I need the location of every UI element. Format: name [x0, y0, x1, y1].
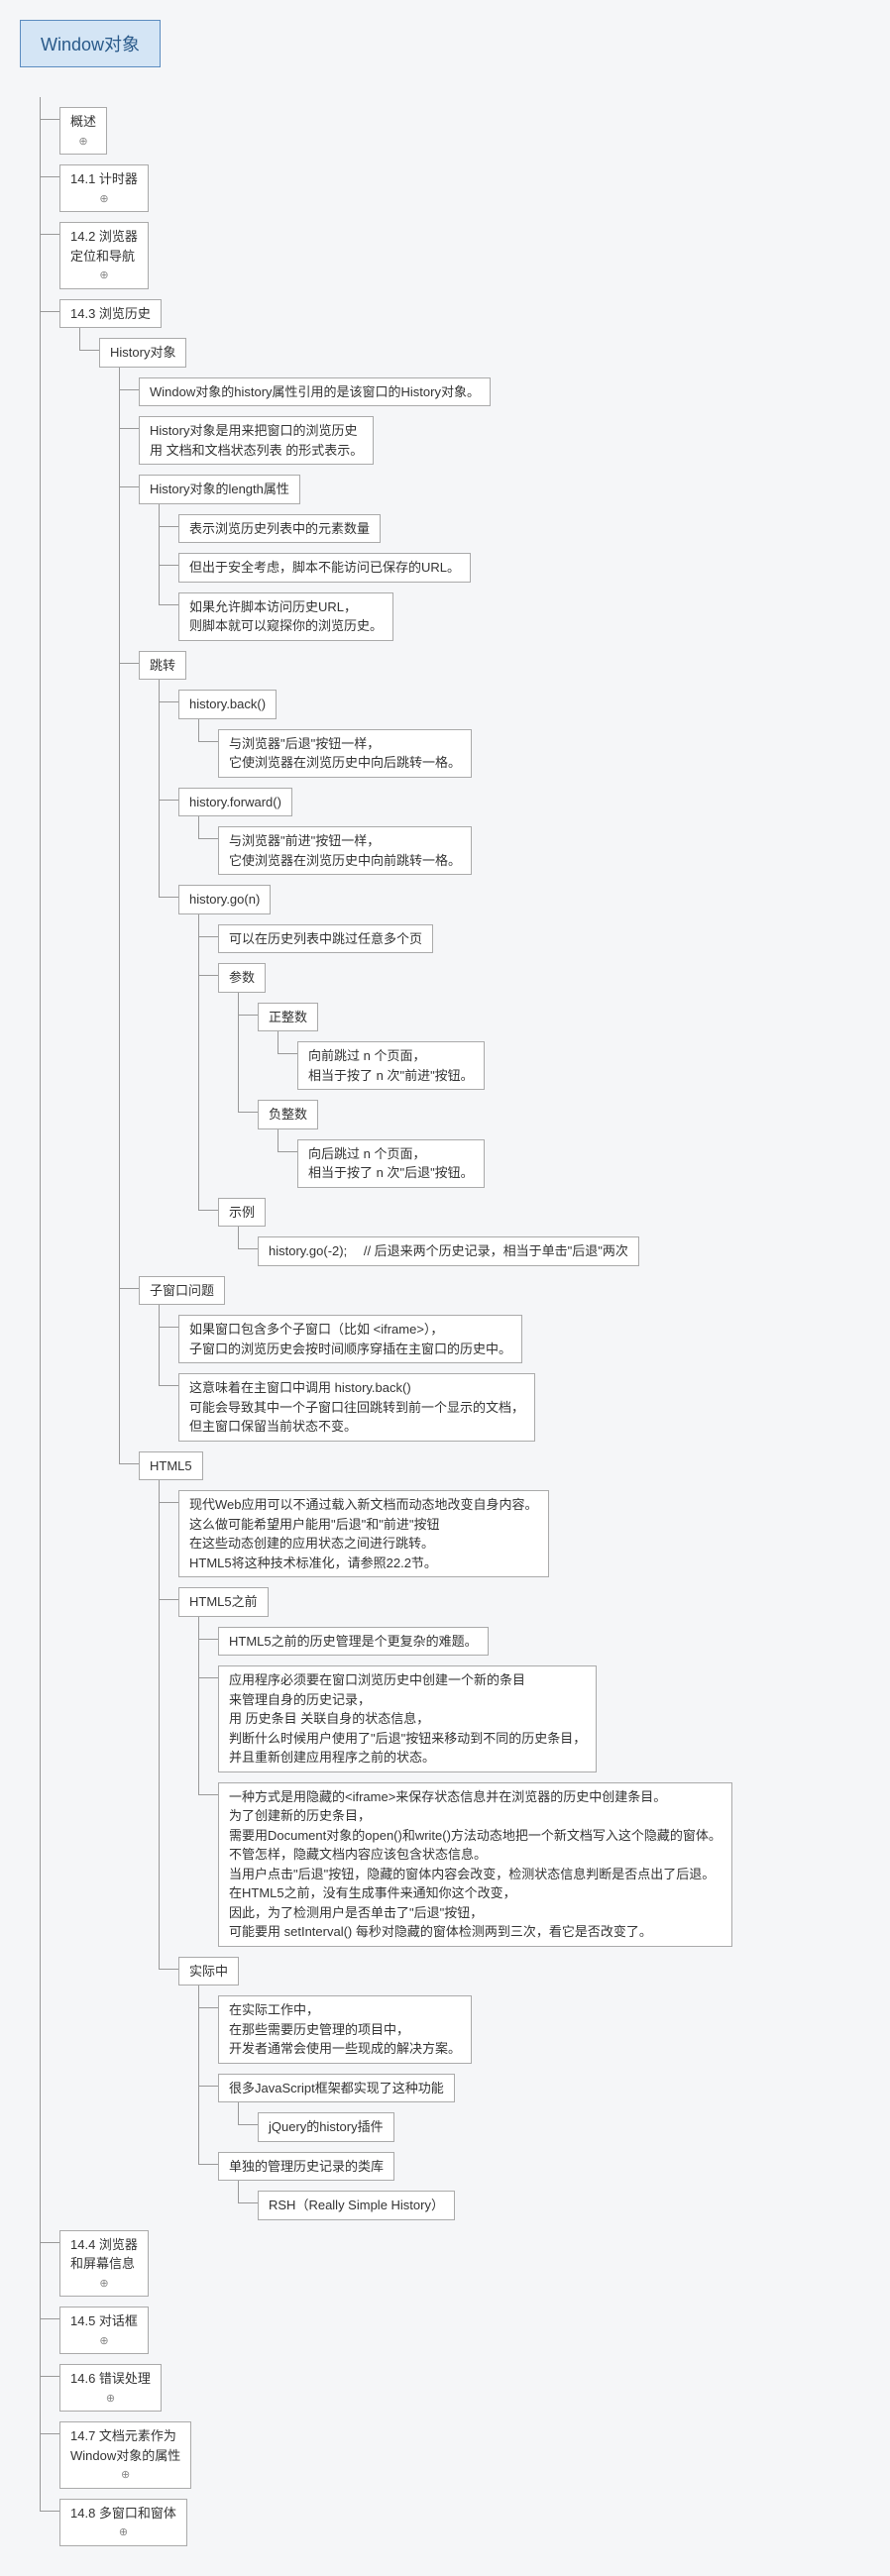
node-param[interactable]: 参数 正整数 向前跳过 n 个页面， 相当于按了 n 次"前进"按钮。	[218, 963, 870, 1188]
leaf: 现代Web应用可以不通过载入新文档而动态地改变自身内容。 这么做可能希望用户能用…	[178, 1490, 870, 1577]
leaf: 表示浏览历史列表中的元素数量	[178, 514, 870, 544]
node-jump[interactable]: 跳转 history.back() 与浏览器"后退"按钮一样， 它使浏览器在浏览…	[139, 651, 870, 1266]
leaf: 在实际工作中， 在那些需要历史管理的项目中， 开发者通常会使用一些现成的解决方案…	[218, 1995, 870, 2064]
node-overview[interactable]: 概述	[59, 107, 870, 155]
leaf: HTML5之前的历史管理是个更复杂的难题。	[218, 1627, 870, 1657]
node-14-3[interactable]: 14.3 浏览历史 History对象 Window对象的history属性引用…	[59, 299, 870, 2220]
leaf: 可以在历史列表中跳过任意多个页	[218, 924, 870, 954]
node-libs[interactable]: 单独的管理历史记录的类库 RSH（Really Simple History）	[218, 2152, 870, 2220]
leaf: 与浏览器"后退"按钮一样， 它使浏览器在浏览历史中向后跳转一格。	[218, 729, 870, 778]
leaf: 与浏览器"前进"按钮一样， 它使浏览器在浏览历史中向前跳转一格。	[218, 826, 870, 875]
node-example[interactable]: 示例 history.go(-2); // 后退来两个历史记录，相当于单击"后退…	[218, 1198, 870, 1266]
leaf: 如果窗口包含多个子窗口（比如 <iframe>）， 子窗口的浏览历史会按时间顺序…	[178, 1315, 870, 1363]
node-history-object[interactable]: History对象 Window对象的history属性引用的是该窗口的Hist…	[99, 338, 870, 2220]
leaf: history.go(-2); // 后退来两个历史记录，相当于单击"后退"两次	[258, 1236, 870, 1266]
leaf: 如果允许脚本访问历史URL， 则脚本就可以窥探你的浏览历史。	[178, 592, 870, 641]
leaf: History对象是用来把窗口的浏览历史 用 文档和文档状态列表 的形式表示。	[139, 416, 870, 465]
node-14-8[interactable]: 14.8 多窗口和窗体	[59, 2499, 870, 2546]
node-14-6[interactable]: 14.6 错误处理	[59, 2364, 870, 2412]
leaf: 向前跳过 n 个页面， 相当于按了 n 次"前进"按钮。	[297, 1041, 870, 1090]
node-frameworks[interactable]: 很多JavaScript框架都实现了这种功能 jQuery的history插件	[218, 2074, 870, 2142]
node-back[interactable]: history.back() 与浏览器"后退"按钮一样， 它使浏览器在浏览历史中…	[178, 690, 870, 778]
node-go[interactable]: history.go(n) 可以在历史列表中跳过任意多个页 参数 正整数	[178, 885, 870, 1266]
node-practice[interactable]: 实际中 在实际工作中， 在那些需要历史管理的项目中， 开发者通常会使用一些现成的…	[178, 1957, 870, 2220]
leaf: 应用程序必须要在窗口浏览历史中创建一个新的条目 来管理自身的历史记录， 用 历史…	[218, 1665, 870, 1772]
node-before-html5[interactable]: HTML5之前 HTML5之前的历史管理是个更复杂的难题。 应用程序必须要在窗口…	[178, 1587, 870, 1947]
leaf: 这意味着在主窗口中调用 history.back() 可能会导致其中一个子窗口往…	[178, 1373, 870, 1442]
node-14-2[interactable]: 14.2 浏览器 定位和导航	[59, 222, 870, 289]
root-title: Window对象	[20, 20, 161, 67]
node-pos[interactable]: 正整数 向前跳过 n 个页面， 相当于按了 n 次"前进"按钮。	[258, 1003, 870, 1091]
node-14-7[interactable]: 14.7 文档元素作为 Window对象的属性	[59, 2421, 870, 2489]
node-html5[interactable]: HTML5 现代Web应用可以不通过载入新文档而动态地改变自身内容。 这么做可能…	[139, 1451, 870, 2220]
node-14-1[interactable]: 14.1 计时器	[59, 164, 870, 212]
leaf: jQuery的history插件	[258, 2112, 870, 2142]
node-neg[interactable]: 负整数 向后跳过 n 个页面， 相当于按了 n 次"后退"按钮。	[258, 1100, 870, 1188]
leaf: 但出于安全考虑，脚本不能访问已保存的URL。	[178, 553, 870, 583]
leaf: RSH（Really Simple History）	[258, 2191, 870, 2220]
node-14-5[interactable]: 14.5 对话框	[59, 2307, 870, 2354]
node-14-4[interactable]: 14.4 浏览器 和屏幕信息	[59, 2230, 870, 2298]
leaf: Window对象的history属性引用的是该窗口的History对象。	[139, 377, 870, 407]
node-subwin[interactable]: 子窗口问题 如果窗口包含多个子窗口（比如 <iframe>）， 子窗口的浏览历史…	[139, 1276, 870, 1442]
leaf: 一种方式是用隐藏的<iframe>来保存状态信息并在浏览器的历史中创建条目。 为…	[218, 1782, 870, 1947]
node-length[interactable]: History对象的length属性 表示浏览历史列表中的元素数量 但出于安全考…	[139, 475, 870, 641]
leaf: 向后跳过 n 个页面， 相当于按了 n 次"后退"按钮。	[297, 1139, 870, 1188]
node-forward[interactable]: history.forward() 与浏览器"前进"按钮一样， 它使浏览器在浏览…	[178, 788, 870, 876]
